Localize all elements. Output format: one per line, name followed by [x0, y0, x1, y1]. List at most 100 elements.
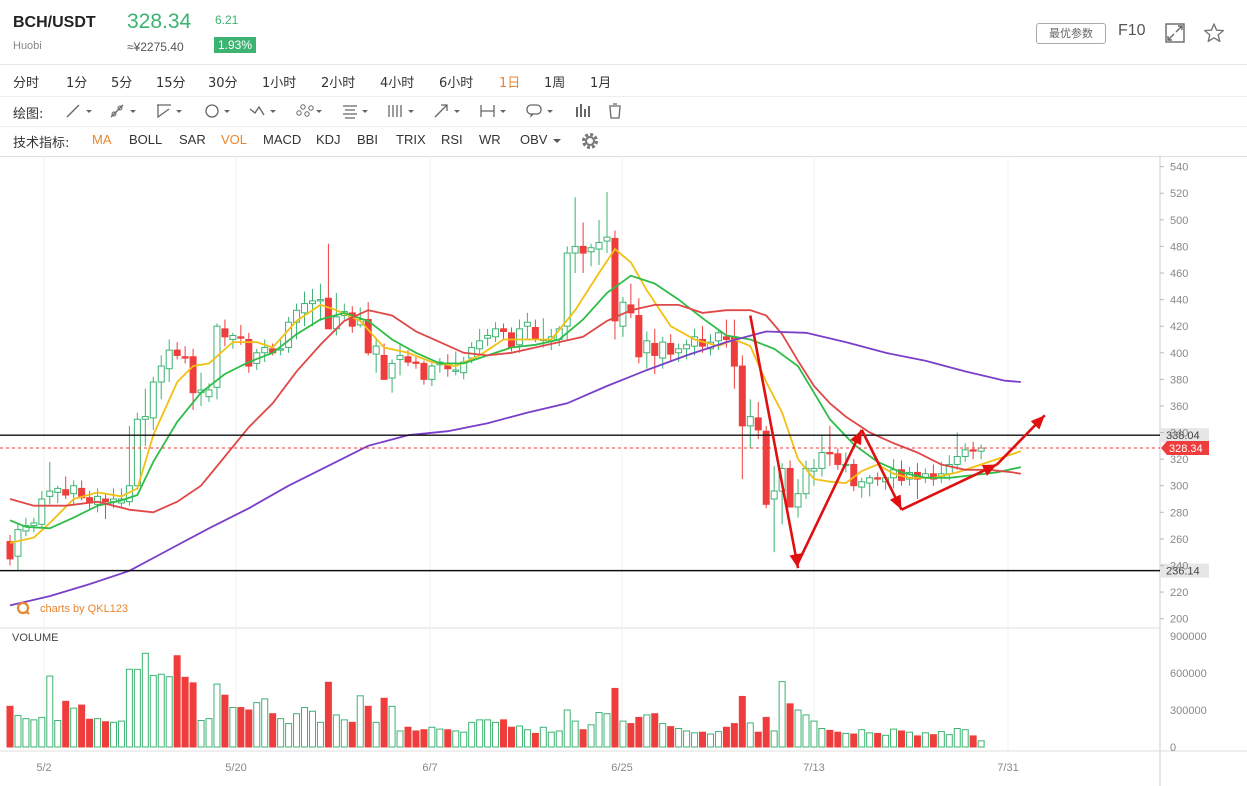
indicator-wr[interactable]: WR: [479, 132, 501, 147]
volume-bar-down: [221, 694, 229, 748]
candle-up: [308, 300, 316, 305]
candle-up: [675, 348, 683, 354]
volume-bar-up: [30, 719, 38, 748]
volume-bar-up: [595, 711, 603, 748]
price-tick-label: 440: [1170, 295, 1188, 307]
circle-tool-icon[interactable]: [201, 101, 231, 121]
candle-down: [500, 328, 508, 333]
measure-tool-icon[interactable]: [477, 101, 507, 121]
tab-timeframe-5m[interactable]: 5分: [111, 72, 132, 91]
pattern-tool-icon[interactable]: [293, 101, 323, 121]
volume-bar-down: [834, 731, 842, 748]
price-axis: 200 220 240 260 280 300 320 340 360 380 400 420 440 4…: [1160, 162, 1188, 626]
candle-up: [683, 344, 691, 350]
candle-up: [428, 365, 436, 380]
indicator-ma[interactable]: MA: [92, 132, 112, 147]
price-tick-label: 540: [1170, 162, 1188, 174]
chevron-down-icon[interactable]: [552, 137, 562, 145]
trash-icon[interactable]: [600, 101, 630, 121]
volume-bar-up: [14, 715, 22, 748]
volume-bar-down: [324, 681, 332, 748]
candle-down: [579, 245, 587, 254]
tab-timeframe-1w[interactable]: 1周: [544, 72, 565, 91]
change-percent-badge: 1.93%: [214, 37, 257, 53]
candle-up: [157, 365, 165, 383]
tab-timeframe-6h[interactable]: 6小时: [439, 72, 473, 91]
candle-down: [722, 336, 730, 340]
comment-tool-icon[interactable]: [524, 101, 554, 121]
tab-timeframe-2h[interactable]: 2小时: [321, 72, 355, 91]
volume-bar-up: [117, 720, 125, 748]
indicator-rsi[interactable]: RSI: [441, 132, 463, 147]
price-tick-label: 380: [1170, 374, 1188, 386]
exchange-name: Huobi: [13, 40, 42, 52]
volume-bar-down: [181, 676, 189, 748]
ray-tool-icon[interactable]: [107, 101, 137, 121]
channel-tool-icon[interactable]: [153, 101, 183, 121]
volume-bar-down: [348, 721, 356, 748]
candle-down: [380, 354, 388, 380]
candle-down: [834, 453, 842, 465]
volume-bar-up: [818, 728, 826, 748]
fullscreen-icon[interactable]: [1164, 22, 1186, 44]
horizontal-levels: 338.04236.14328.34: [0, 428, 1209, 578]
volume-bar-up: [476, 719, 484, 748]
candle-up: [229, 334, 237, 340]
f10-button[interactable]: F10: [1118, 22, 1146, 40]
tab-timeframe-15m[interactable]: 15分: [156, 72, 186, 91]
line-tool-icon[interactable]: [63, 101, 93, 121]
volume-bar-up: [356, 695, 364, 748]
volume-bar-down: [364, 705, 372, 748]
volume-bar-up: [253, 702, 261, 748]
volume-bar-up: [340, 719, 348, 748]
indicator-sar[interactable]: SAR: [179, 132, 206, 147]
tab-timeframe-1mo[interactable]: 1月: [590, 72, 611, 91]
price-tick-label: 460: [1170, 268, 1188, 280]
price-chart[interactable]: 338.04236.14328.34 200 220 240 260 280 300 320…: [0, 156, 1247, 786]
candle-up: [595, 241, 603, 250]
volume-bar-up: [953, 728, 961, 748]
volume-bar-up: [149, 674, 157, 748]
wave-tool-icon[interactable]: [247, 101, 277, 121]
moving-average-lines: [9, 247, 1022, 607]
indicator-trix[interactable]: TRIX: [396, 132, 426, 147]
indicator-kdj[interactable]: KDJ: [316, 132, 341, 147]
tab-timeframe-fenshi[interactable]: 分时: [13, 72, 39, 91]
indicator-label: 技术指标:: [13, 136, 70, 151]
tab-timeframe-1d[interactable]: 1日: [499, 72, 520, 91]
volume-bar-up: [157, 673, 165, 748]
candle-up: [563, 252, 571, 327]
tab-timeframe-4h[interactable]: 4小时: [380, 72, 414, 91]
tab-timeframe-30m[interactable]: 30分: [208, 72, 238, 91]
price-tick-label: 480: [1170, 241, 1188, 253]
indicator-boll[interactable]: BOLL: [129, 132, 162, 147]
candle-down: [237, 336, 245, 339]
fib-tool-icon[interactable]: [339, 101, 369, 121]
optimal-params-button[interactable]: 最优参数: [1036, 23, 1106, 44]
candle-up: [476, 340, 484, 350]
indicator-bbi[interactable]: BBI: [357, 132, 378, 147]
candle-up: [659, 341, 667, 359]
indicator-vol[interactable]: VOL: [221, 132, 247, 147]
candle-up: [746, 416, 754, 427]
indicator-macd[interactable]: MACD: [263, 132, 301, 147]
volume-bar-up: [125, 668, 133, 748]
indicator-obv-dropdown[interactable]: OBV: [520, 132, 547, 147]
gann-tool-icon[interactable]: [385, 101, 415, 121]
timeframe-bar: 分时 1分 5分 15分 30分 1小时 2小时 4小时 6小时 1日 1周 1…: [0, 64, 1247, 97]
candle-up: [858, 481, 866, 488]
gear-icon[interactable]: [580, 131, 600, 151]
tab-timeframe-1h[interactable]: 1小时: [262, 72, 296, 91]
volume-bar-down: [627, 723, 635, 748]
candle-up: [141, 416, 149, 420]
bars-tool-icon[interactable]: [572, 101, 602, 121]
tab-timeframe-1m[interactable]: 1分: [66, 72, 87, 91]
candle-down: [173, 349, 181, 356]
candle-up: [523, 321, 531, 327]
arrow-tool-icon[interactable]: [431, 101, 461, 121]
volume-bar-down: [786, 703, 794, 748]
star-icon[interactable]: [1203, 22, 1225, 44]
price-tick-label: 260: [1170, 534, 1188, 546]
volume-bar-up: [428, 726, 436, 748]
volume-bar-up: [961, 729, 969, 748]
